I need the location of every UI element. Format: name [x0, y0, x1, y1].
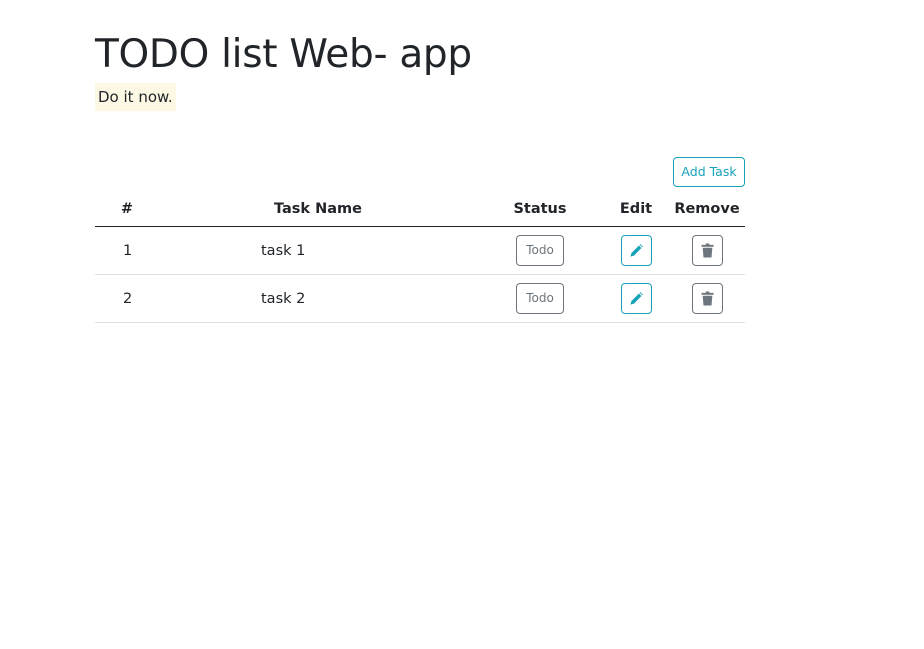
- remove-task-button[interactable]: [691, 235, 723, 266]
- remove-task-button[interactable]: [691, 283, 723, 314]
- task-remove-cell: [669, 274, 745, 323]
- edit-task-button[interactable]: [620, 283, 652, 314]
- add-task-button[interactable]: Add Task: [673, 157, 745, 187]
- task-status-button[interactable]: Todo: [516, 283, 564, 314]
- column-header-edit: Edit: [603, 192, 669, 227]
- column-header-status: Status: [477, 192, 603, 227]
- task-name: task 1: [261, 242, 306, 259]
- task-status-cell: Todo: [477, 226, 603, 275]
- page-title: TODO list Web- app: [95, 32, 472, 77]
- column-header-number: #: [95, 192, 159, 227]
- trash-icon: [700, 291, 714, 306]
- pencil-icon: [629, 292, 643, 305]
- pencil-icon: [629, 244, 643, 257]
- task-table: # Task Name Status Edit Remove 1 task 1 …: [95, 192, 745, 323]
- task-edit-cell: [603, 274, 669, 323]
- table-row: 2 task 2 Todo: [95, 274, 745, 323]
- task-edit-cell: [603, 226, 669, 275]
- task-number: 1: [95, 226, 159, 275]
- edit-task-button[interactable]: [620, 235, 652, 266]
- column-header-task-name: Task Name: [159, 192, 477, 227]
- page-subtitle: Do it now.: [95, 83, 176, 111]
- task-status-cell: Todo: [477, 274, 603, 323]
- page: TODO list Web- app Do it now. Add Task #…: [0, 0, 924, 649]
- table-row: 1 task 1 Todo: [95, 226, 745, 275]
- task-name-cell: task 2: [159, 274, 477, 323]
- task-status-button[interactable]: Todo: [516, 235, 564, 266]
- task-name: task 2: [261, 290, 306, 307]
- task-remove-cell: [669, 226, 745, 275]
- table-header-row: # Task Name Status Edit Remove: [95, 192, 745, 227]
- trash-icon: [700, 243, 714, 258]
- task-name-cell: task 1: [159, 226, 477, 275]
- task-number: 2: [95, 274, 159, 323]
- column-header-remove: Remove: [669, 192, 745, 227]
